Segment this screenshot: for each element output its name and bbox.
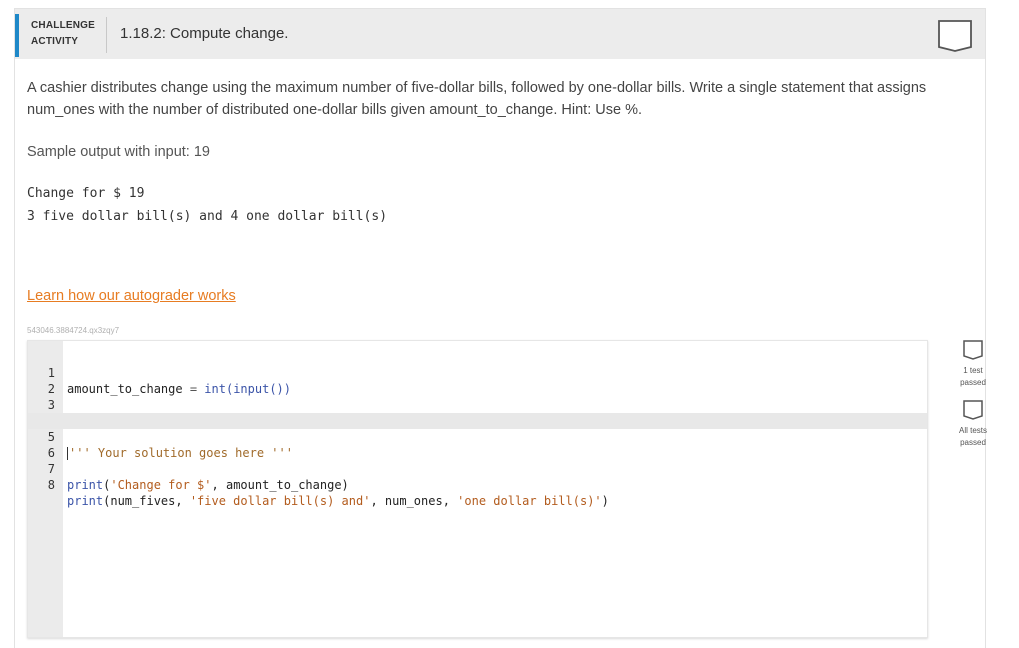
code-line[interactable]: 4 [28, 397, 927, 428]
line-number: 8 [47, 478, 55, 492]
test-status-text: passed [960, 378, 986, 387]
header-divider [106, 17, 107, 53]
activity-title: 1.18.2: Compute change. [120, 25, 289, 42]
accent-bar [15, 14, 19, 57]
code-token: 'one dollar bill(s)' [457, 494, 602, 508]
activity-type-line2: ACTIVITY [31, 36, 79, 47]
code-line[interactable]: 8 print(num_fives, 'five dollar bill(s) … [28, 461, 927, 508]
code-line[interactable]: 6 [28, 429, 927, 460]
code-line-active[interactable]: 5 ''' Your solution goes here ''' [28, 413, 927, 460]
test-status-text: All tests [958, 426, 987, 435]
code-token: print [67, 494, 104, 508]
test-status-text: 1 test [963, 366, 983, 375]
test-status-1: 1 test passed [953, 339, 993, 389]
activity-type-label: CHALLENGE ACTIVITY [31, 18, 95, 50]
sample-output: Change for $ 19 3 five dollar bill(s) and… [27, 182, 387, 228]
code-token: print [67, 478, 104, 492]
activity-type-line1: CHALLENGE [31, 20, 96, 31]
code-token: (num_fives, [103, 494, 190, 508]
sample-output-line: 3 five dollar bill(s) and 4 one dollar b… [27, 209, 388, 224]
badge-icon [963, 340, 983, 360]
code-line[interactable]: 2 [28, 365, 927, 396]
challenge-activity-card: CHALLENGE ACTIVITY 1.18.2: Compute chang… [14, 8, 987, 648]
sample-output-label: Sample output with input: 19 [27, 144, 210, 160]
test-status-text: passed [960, 438, 986, 447]
code-line[interactable]: 3 num_fives = amount_to_change // 5 [28, 381, 927, 428]
badge-icon [963, 400, 983, 420]
code-token: 'Change for $' [110, 478, 212, 492]
code-line[interactable]: 7 print('Change for $', amount_to_change… [28, 445, 927, 492]
sample-output-line: Change for $ 19 [27, 186, 145, 201]
bookmark-icon[interactable] [937, 19, 973, 58]
activity-description: A cashier distributes change using the m… [27, 80, 927, 118]
autograder-help-link[interactable]: Learn how our autograder works [27, 288, 236, 304]
activity-header: CHALLENGE ACTIVITY 1.18.2: Compute chang… [15, 9, 985, 59]
code-line[interactable]: 1 amount_to_change = int(input()) [28, 349, 927, 396]
code-id: 543046.3884724.qx3zqy7 [27, 326, 120, 335]
code-token: , num_ones, [370, 494, 458, 508]
test-status-2: All tests passed [953, 399, 993, 449]
code-token: ) [601, 494, 609, 508]
code-token: , amount_to_change) [211, 478, 349, 492]
code-token: 'five dollar bill(s) and' [189, 494, 371, 508]
code-editor[interactable]: 1 amount_to_change = int(input()) 2 3 nu… [27, 340, 928, 638]
